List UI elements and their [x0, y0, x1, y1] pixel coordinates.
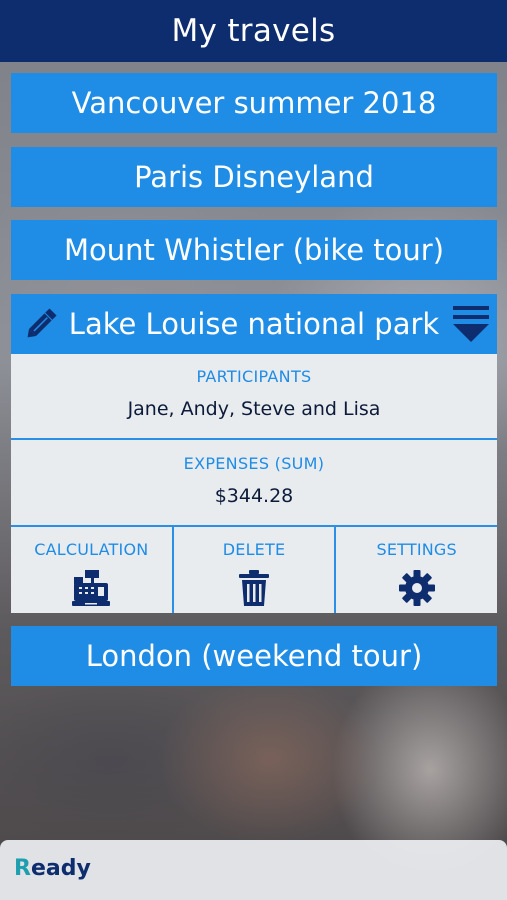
- expanded-trip-header[interactable]: Lake Louise national park: [11, 294, 497, 354]
- trip-name: London (weekend tour): [85, 639, 423, 673]
- delete-label: DELETE: [222, 540, 286, 559]
- status-bar: Ready: [0, 840, 507, 900]
- trip-name: Vancouver summer 2018: [71, 86, 437, 120]
- expenses-label: EXPENSES (SUM): [183, 454, 325, 473]
- participants-value: Jane, Andy, Steve and Lisa: [127, 398, 381, 420]
- status-text: Ready: [14, 856, 91, 881]
- settings-label: SETTINGS: [376, 540, 457, 559]
- pencil-icon[interactable]: [21, 304, 61, 344]
- trip-item-vancouver[interactable]: Vancouver summer 2018: [11, 73, 497, 133]
- participants-label: PARTICIPANTS: [196, 367, 312, 386]
- calculation-label: CALCULATION: [34, 540, 149, 559]
- app-header: My travels: [0, 0, 507, 62]
- expanded-trip-name: Lake Louise national park: [68, 307, 440, 341]
- trash-icon: [239, 570, 269, 606]
- participants-section: PARTICIPANTS Jane, Andy, Steve and Lisa: [11, 367, 497, 420]
- expanded-trip-card: Lake Louise national park PARTICIPANTS J…: [11, 294, 497, 613]
- trip-actions: CALCULATION DELETE SETTINGS: [11, 527, 497, 613]
- trip-name: Mount Whistler (bike tour): [63, 233, 445, 267]
- trip-name: Paris Disneyland: [134, 160, 374, 194]
- trip-item-london[interactable]: London (weekend tour): [11, 626, 497, 686]
- calculation-button[interactable]: CALCULATION: [11, 527, 172, 613]
- trip-item-paris[interactable]: Paris Disneyland: [11, 147, 497, 207]
- cash-register-icon: [72, 570, 111, 606]
- trip-item-whistler[interactable]: Mount Whistler (bike tour): [11, 220, 497, 280]
- section-divider: [11, 438, 497, 440]
- settings-button[interactable]: SETTINGS: [334, 527, 497, 613]
- page-title: My travels: [171, 13, 336, 49]
- expenses-section: EXPENSES (SUM) $344.28: [11, 454, 497, 507]
- delete-button[interactable]: DELETE: [171, 527, 335, 613]
- status-rest: eady: [30, 856, 91, 881]
- status-first-letter: R: [14, 856, 31, 881]
- collapse-toggle-icon[interactable]: [451, 303, 491, 345]
- gear-icon: [398, 570, 435, 606]
- expenses-value: $344.28: [214, 485, 294, 507]
